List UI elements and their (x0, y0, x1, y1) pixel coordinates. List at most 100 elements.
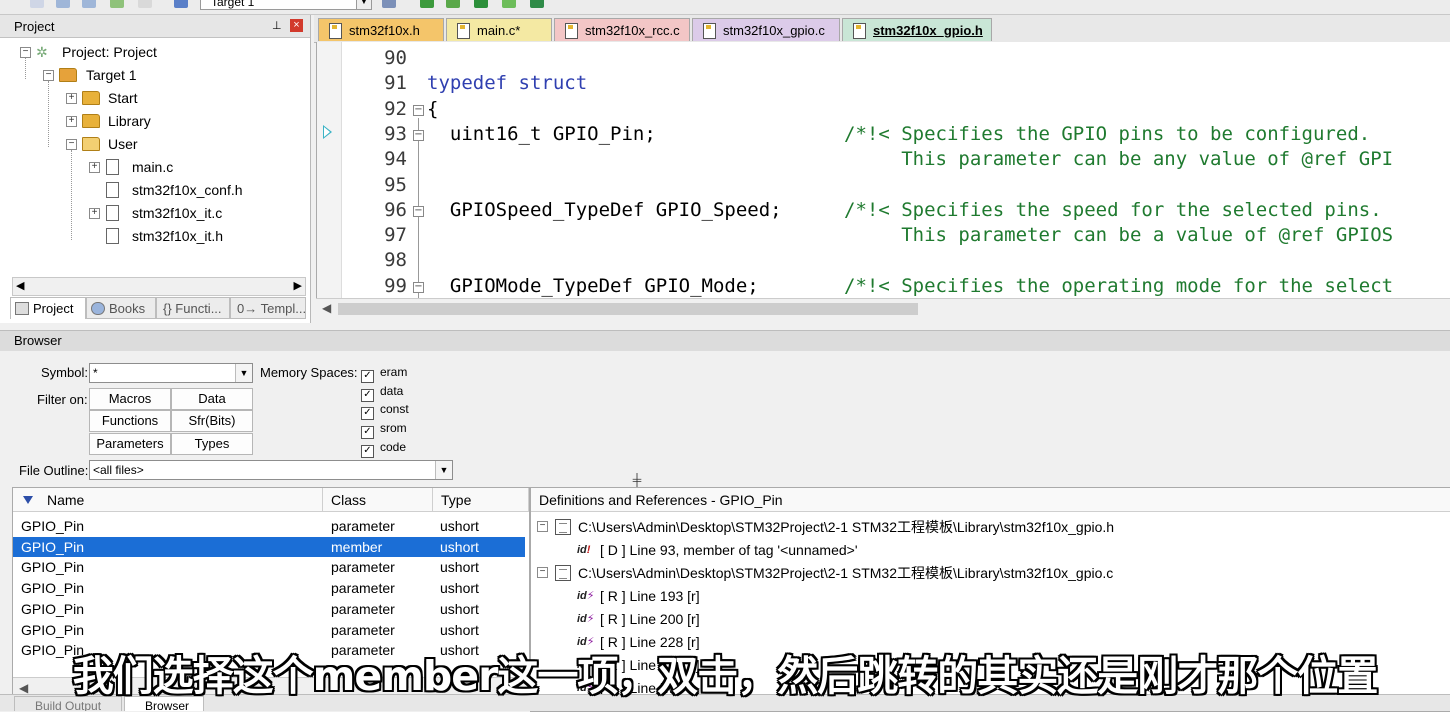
column-header-type[interactable]: Type (433, 488, 529, 512)
table-row[interactable]: GPIO_Pin parameter ushort (13, 516, 525, 536)
tab-project[interactable]: Project (10, 297, 86, 319)
chevron-down-icon[interactable]: ▼ (356, 0, 371, 9)
expand-icon[interactable]: + (66, 93, 77, 104)
toolbar-button-icon[interactable] (446, 0, 460, 8)
memory-code-checkbox[interactable]: ✓ code (361, 440, 406, 458)
memory-eram-checkbox[interactable]: ✓ eram (361, 365, 407, 383)
editor-tab-stm32f10x-h[interactable]: stm32f10x.h (318, 18, 444, 41)
filter-macros-button[interactable]: Macros (89, 388, 171, 410)
tab-templates[interactable]: 0→ Templ... (230, 297, 306, 319)
column-header-name[interactable]: Name (13, 488, 323, 512)
toolbar-button-icon[interactable] (420, 0, 434, 8)
table-row[interactable]: GPIO_Pin parameter ushort (13, 599, 525, 619)
toolbar-button-icon[interactable] (474, 0, 488, 8)
toolbar-button-icon[interactable] (530, 0, 544, 8)
toolbar-button-icon[interactable] (502, 0, 516, 8)
checkbox-label: data (380, 384, 404, 398)
memory-data-checkbox[interactable]: ✓ data (361, 384, 403, 402)
collapse-icon[interactable]: − (20, 47, 31, 58)
code-line[interactable]: 93− uint16_t GPIO_Pin; /*!< Specifies the… (317, 122, 1450, 147)
collapse-icon[interactable]: − (537, 567, 548, 578)
collapse-block-icon[interactable]: − (413, 104, 424, 116)
editor-tab-rcc-c[interactable]: stm32f10x_rcc.c (554, 18, 690, 41)
cell-type: ushort (440, 621, 479, 638)
toolbar-button-icon[interactable] (82, 0, 96, 8)
splitter-grip-icon[interactable]: ╪ (626, 473, 648, 487)
filter-sfr-bits-button[interactable]: Sfr(Bits) (171, 410, 253, 432)
collapse-icon[interactable]: − (537, 521, 548, 532)
code-line[interactable]: 94 This parameter can be any value of @r… (317, 147, 1450, 172)
checkbox-checked-icon[interactable]: ✓ (361, 407, 374, 420)
toolbar-button-icon[interactable] (110, 0, 124, 8)
scroll-thumb[interactable] (338, 303, 918, 315)
code-line[interactable]: 95 (317, 173, 1450, 198)
toolbar-button-icon[interactable] (382, 0, 396, 8)
collapse-comment-icon[interactable]: − (413, 281, 424, 293)
code-line[interactable]: 99− GPIOMode_TypeDef GPIO_Mode; /*!< Spec… (317, 274, 1450, 298)
table-row[interactable]: GPIO_Pin parameter ushort (13, 620, 525, 640)
filter-functions-button[interactable]: Functions (89, 410, 171, 432)
project-panel-tabs: Project Books {} Functi... 0→ Templ... (10, 297, 310, 321)
toolbar-button-icon[interactable] (138, 0, 152, 8)
tab-functions[interactable]: {} Functi... (156, 297, 230, 319)
code-line[interactable]: 96− GPIOSpeed_TypeDef GPIO_Speed; /*!< Sp… (317, 198, 1450, 223)
checkbox-checked-icon[interactable]: ✓ (361, 426, 374, 439)
line-number: 90 (384, 47, 407, 69)
filter-parameters-button[interactable]: Parameters (89, 433, 171, 455)
tab-books[interactable]: Books (86, 297, 156, 319)
expand-icon[interactable]: + (66, 116, 77, 127)
reference-text: C:\Users\Admin\Desktop\STM32Project\2-1 … (578, 565, 1114, 581)
file-icon (329, 23, 342, 39)
code-comment: This parameter can be a value of @ref GP… (844, 224, 1394, 247)
table-row[interactable]: GPIO_Pin parameter ushort (13, 557, 525, 577)
table-row[interactable]: GPIO_Pin member ushort (13, 536, 525, 557)
code-line[interactable]: 98 (317, 248, 1450, 273)
checkbox-checked-icon[interactable]: ✓ (361, 370, 374, 383)
editor-tab-gpio-h[interactable]: stm32f10x_gpio.h (842, 18, 992, 41)
project-horizontal-scrollbar[interactable]: ◀ ▶ (12, 277, 306, 296)
filter-data-button[interactable]: Data (171, 388, 253, 410)
toolbar-button-icon[interactable] (174, 0, 188, 8)
tree-item-label: Project: Project (62, 44, 157, 60)
code-line[interactable]: 90 (317, 46, 1450, 71)
expand-icon[interactable]: + (89, 208, 100, 219)
editor-tab-gpio-c[interactable]: stm32f10x_gpio.c (692, 18, 840, 41)
table-row[interactable]: GPIO_Pin parameter ushort (13, 578, 525, 598)
column-header-label: Class (331, 492, 367, 508)
toolbar-button-icon[interactable] (30, 0, 44, 8)
memory-srom-checkbox[interactable]: ✓ srom (361, 421, 407, 439)
code-line[interactable]: 91 typedef struct (317, 71, 1450, 96)
editor-horizontal-scrollbar[interactable]: ◀ (316, 298, 1450, 321)
target-select[interactable]: Target 1 ▼ (200, 0, 372, 10)
cell-name: GPIO_Pin (21, 538, 85, 555)
chevron-down-icon[interactable]: ▼ (435, 461, 452, 479)
pin-icon[interactable]: ⊥ (272, 19, 282, 32)
scroll-left-icon[interactable]: ◀ (16, 279, 24, 292)
code-editor[interactable]: 90 91 typedef struct 92−{93− uint16_t GPIO_… (316, 42, 1450, 298)
scroll-right-icon[interactable]: ▶ (294, 279, 302, 292)
collapse-comment-icon[interactable]: − (413, 205, 424, 217)
toolbar-button-icon[interactable] (56, 0, 70, 8)
chevron-down-icon[interactable]: ▼ (235, 364, 252, 382)
reference-text: [ R ] Line 200 [r] (600, 611, 700, 627)
editor-tab-main-c[interactable]: main.c* (446, 18, 552, 41)
project-icon: ✲ (36, 44, 48, 60)
checkbox-checked-icon[interactable]: ✓ (361, 445, 374, 458)
expand-icon[interactable]: + (89, 162, 100, 173)
memory-const-checkbox[interactable]: ✓ const (361, 402, 409, 420)
close-icon[interactable]: × (290, 19, 303, 32)
collapse-icon[interactable]: − (66, 139, 77, 150)
tree-item-label: stm32f10x_it.h (132, 228, 224, 244)
code-line[interactable]: 92−{ (317, 97, 1450, 122)
collapse-comment-icon[interactable]: − (413, 129, 424, 141)
filter-label: Filter on: (37, 392, 88, 407)
collapse-icon[interactable]: − (43, 70, 54, 81)
filter-types-button[interactable]: Types (171, 433, 253, 455)
file-outline-select[interactable]: <all files> ▼ (89, 460, 453, 480)
scroll-left-icon[interactable]: ◀ (322, 301, 331, 315)
tree-item-label: User (108, 136, 138, 152)
checkbox-checked-icon[interactable]: ✓ (361, 389, 374, 402)
symbol-input[interactable]: * ▼ (89, 363, 253, 383)
column-header-class[interactable]: Class (323, 488, 433, 512)
code-line[interactable]: 97 This parameter can be a value of @ref… (317, 223, 1450, 248)
